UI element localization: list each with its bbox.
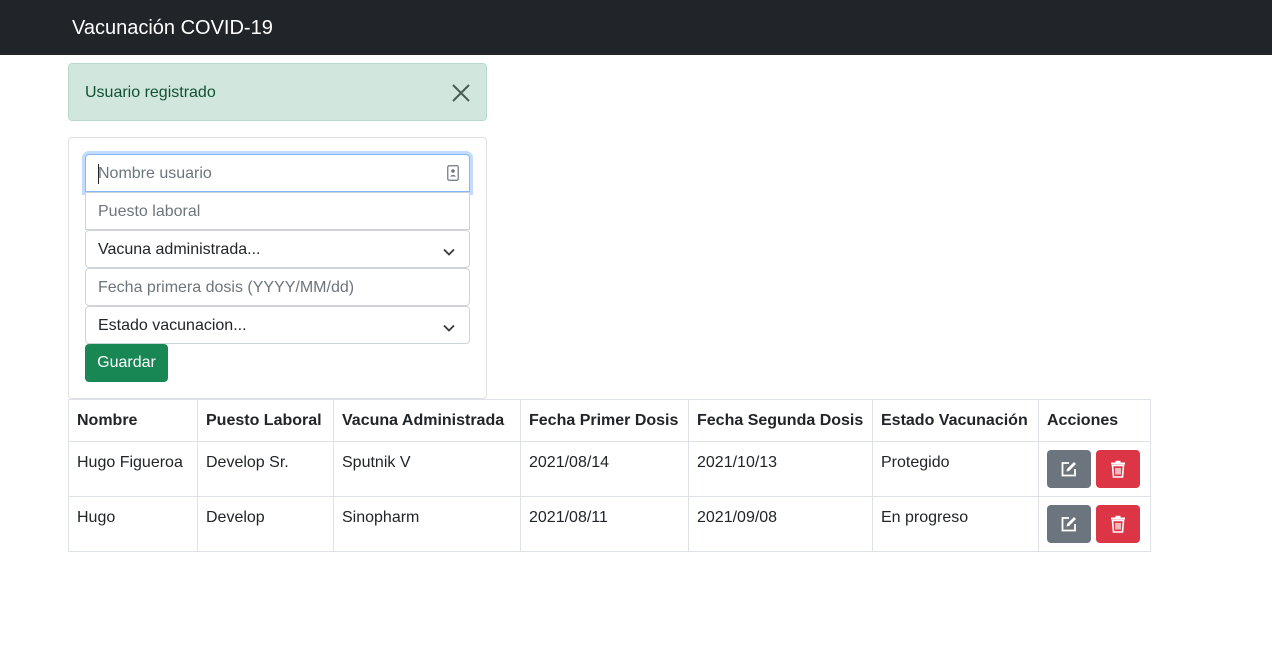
delete-button[interactable] xyxy=(1096,505,1141,543)
cell-actions xyxy=(1038,441,1151,497)
job-input[interactable]: Puesto laboral xyxy=(85,192,470,230)
cell-nombre: Hugo xyxy=(68,496,198,552)
cell-primer-dosis: 2021/08/14 xyxy=(520,441,689,497)
close-icon[interactable] xyxy=(450,82,472,104)
contact-card-icon[interactable] xyxy=(447,165,459,181)
cell-puesto: Develop xyxy=(197,496,334,552)
column-header: Fecha Segunda Dosis xyxy=(688,399,873,442)
cell-puesto: Develop Sr. xyxy=(197,441,334,497)
column-header: Puesto Laboral xyxy=(197,399,334,442)
vaccination-table: Nombre Puesto Laboral Vacuna Administrad… xyxy=(68,399,1151,552)
vaccine-select[interactable]: Vacuna administrada... xyxy=(85,230,470,268)
column-header: Acciones xyxy=(1038,399,1151,442)
cell-segunda-dosis: 2021/09/08 xyxy=(688,496,873,552)
edit-button[interactable] xyxy=(1047,450,1091,488)
text-cursor xyxy=(98,164,99,184)
cell-segunda-dosis: 2021/10/13 xyxy=(688,441,873,497)
table-header-row: Nombre Puesto Laboral Vacuna Administrad… xyxy=(68,399,1151,442)
delete-button[interactable] xyxy=(1096,450,1141,488)
cell-estado: Protegido xyxy=(872,441,1039,497)
cell-nombre: Hugo Figueroa xyxy=(68,441,198,497)
cell-estado: En progreso xyxy=(872,496,1039,552)
chevron-down-icon xyxy=(443,320,455,332)
cell-vacuna: Sputnik V xyxy=(333,441,521,497)
cell-actions xyxy=(1038,496,1151,552)
edit-icon xyxy=(1061,517,1076,532)
table-row: Hugo Figueroa Develop Sr. Sputnik V 2021… xyxy=(68,441,1151,497)
success-alert: Usuario registrado xyxy=(68,63,487,121)
cell-vacuna: Sinopharm xyxy=(333,496,521,552)
navbar: Vacunación COVID-19 xyxy=(0,0,1272,55)
alert-message: Usuario registrado xyxy=(85,84,216,101)
first-dose-placeholder: Fecha primera dosis (YYYY/MM/dd) xyxy=(98,279,355,296)
save-button[interactable]: Guardar xyxy=(85,344,168,382)
job-placeholder: Puesto laboral xyxy=(98,203,201,220)
name-placeholder: Nombre usuario xyxy=(98,165,212,182)
first-dose-input[interactable]: Fecha primera dosis (YYYY/MM/dd) xyxy=(85,268,470,306)
edit-icon xyxy=(1061,462,1076,477)
status-select[interactable]: Estado vacunacion... xyxy=(85,306,470,344)
column-header: Fecha Primer Dosis xyxy=(520,399,689,442)
trash-icon xyxy=(1111,460,1126,478)
trash-icon xyxy=(1111,515,1126,533)
app-title[interactable]: Vacunación COVID-19 xyxy=(72,16,273,40)
column-header: Vacuna Administrada xyxy=(333,399,521,442)
status-select-value: Estado vacunacion... xyxy=(98,317,247,334)
column-header: Nombre xyxy=(68,399,198,442)
name-input[interactable]: Nombre usuario xyxy=(85,154,470,192)
vaccine-select-value: Vacuna administrada... xyxy=(98,241,261,258)
column-header: Estado Vacunación xyxy=(872,399,1039,442)
cell-primer-dosis: 2021/08/11 xyxy=(520,496,689,552)
table-row: Hugo Develop Sinopharm 2021/08/11 2021/0… xyxy=(68,496,1151,552)
chevron-down-icon xyxy=(443,244,455,256)
registration-form: Nombre usuario Puesto laboral Vacuna adm… xyxy=(68,137,487,399)
edit-button[interactable] xyxy=(1047,505,1091,543)
